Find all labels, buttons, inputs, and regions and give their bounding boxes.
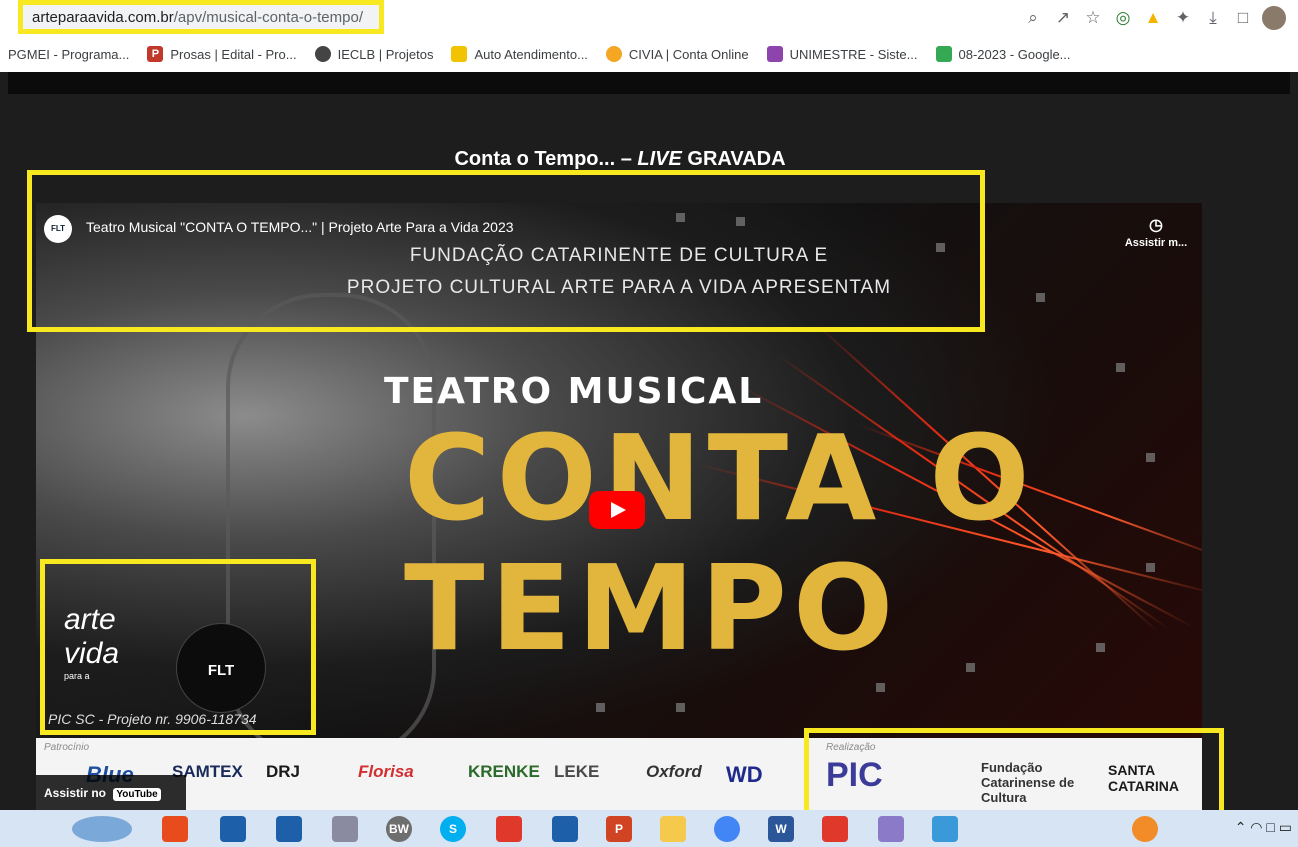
anydesk-icon[interactable] [496,816,522,842]
flt-logo: FLT [176,623,266,713]
deco-square [876,683,885,692]
deco-square [676,213,685,222]
deco-square [1116,363,1125,372]
prosas-icon: P [147,46,164,62]
play-button[interactable] [589,491,645,529]
toolbar-icons: ⌕ ↗ ☆ ◎ ▲ ✦ ⤓ □ [1018,6,1290,30]
deco-square [1096,643,1105,652]
url-domain: arteparaavida.com.br [32,9,174,26]
deco-square [596,703,605,712]
bank-app-icon[interactable] [220,816,246,842]
notification-icon[interactable] [1132,816,1158,842]
sponsor-strip: Patrocínio Realização Blue SAMTEX DRJ Fl… [36,738,1202,811]
page-content: Conta o Tempo... – LIVE GRAVADA FLT Teat… [0,72,1298,816]
system-tray[interactable]: ⌃ ◠ □ ▭ [1235,819,1292,836]
extension-icon[interactable]: ◎ [1108,6,1138,30]
share-icon[interactable]: ↗ [1048,6,1078,30]
acrobat-icon[interactable] [822,816,848,842]
printer-icon[interactable] [332,816,358,842]
bookmark-4[interactable]: CIVIA | Conta Online [605,46,749,62]
sponsor-logo: DRJ [266,762,301,781]
unimestre-icon [766,46,783,62]
clock-icon: ◷ [1149,217,1163,234]
zoom-icon[interactable]: ⌕ [1018,6,1048,30]
address-bar[interactable]: arteparaavida.com.br/apv/musical-conta-o… [20,5,382,31]
sc-government-logo: SANTA CATARINA [1108,762,1180,794]
skype-icon[interactable]: S [440,816,466,842]
video-player[interactable]: FLT Teatro Musical "CONTA O TEMPO..." | … [36,203,1202,811]
globe-icon [314,46,331,62]
word-icon[interactable]: W [768,816,794,842]
conta-o-text: CONTA O [404,409,1036,547]
deco-square [1146,563,1155,572]
site-header-band [8,72,1290,94]
sponsor-label: Patrocínio [44,742,90,753]
channel-avatar[interactable]: FLT [44,215,72,243]
bookmark-0[interactable]: PGMEI - Programa... [8,47,129,62]
bookmark-3[interactable]: Auto Atendimento... [451,46,588,62]
fcc-logo: Fundação Catarinense de Cultura [981,760,1075,805]
present-line-1: FUNDAÇÃO CATARINENTE DE CULTURA E [409,245,829,266]
page-title: Conta o Tempo... – LIVE GRAVADA [454,148,786,170]
bookmark-2[interactable]: IECLB | Projetos [314,46,433,62]
bw-icon[interactable]: BW [386,816,412,842]
sponsor-logo: Florisa [358,762,414,781]
arte-para-a-vida-logo: arte vida para a [64,603,120,681]
project-number: PIC SC - Projeto nr. 9906-118734 [48,711,257,727]
youtube-logo: YouTube [113,788,161,801]
deco-square [966,663,975,672]
bookmark-star-icon[interactable]: ☆ [1078,6,1108,30]
powerpoint-icon[interactable]: P [606,816,632,842]
teatro-musical-text: TEATRO MUSICAL [384,371,764,412]
deco-square [1146,453,1155,462]
bookmark-6[interactable]: 08-2023 - Google... [935,46,1071,62]
sponsor-logo: LEKE [554,762,600,781]
deco-square [676,703,685,712]
sidepanel-icon[interactable]: □ [1228,6,1258,30]
video-title[interactable]: Teatro Musical "CONTA O TEMPO..." | Proj… [86,219,514,235]
photos-icon[interactable] [932,816,958,842]
app-icon[interactable] [162,816,188,842]
windows-taskbar: BW S P W ⌃ ◠ □ ▭ [0,810,1298,847]
pic-logo: PIC [826,756,883,794]
watch-on-youtube-button[interactable]: Assistir no YouTube [36,775,186,811]
paint-icon[interactable] [878,816,904,842]
download-icon[interactable]: ⤓ [1198,6,1228,30]
bank-app-icon[interactable] [552,816,578,842]
tempo-text: TEMPO [404,539,900,677]
start-icon[interactable] [72,816,132,842]
realization-label: Realização [826,742,876,753]
present-line-2: PROJETO CULTURAL ARTE PARA A VIDA APRESE… [346,277,892,298]
browser-toolbar: arteparaavida.com.br/apv/musical-conta-o… [0,0,1298,36]
deco-square [736,217,745,226]
url-path: /apv/musical-conta-o-tempo/ [173,9,363,26]
bank-app-icon[interactable] [276,816,302,842]
profile-avatar[interactable] [1262,6,1286,30]
drive-icon [935,46,952,62]
chrome-icon[interactable] [714,816,740,842]
thumbs-up-icon[interactable]: ▲ [1138,6,1168,30]
puzzle-icon[interactable]: ✦ [1168,6,1198,30]
bookmark-1[interactable]: P Prosas | Edital - Pro... [147,46,297,62]
bank-icon [451,46,468,62]
bookmarks-bar: PGMEI - Programa... P Prosas | Edital - P… [0,36,1298,72]
sponsor-logo: WD [726,762,763,787]
folder-icon[interactable] [660,816,686,842]
sponsor-logo: Oxford [646,762,702,781]
sponsor-logo: KRENKE [468,762,540,781]
civia-icon [605,46,622,62]
screen: arteparaavida.com.br/apv/musical-conta-o… [0,0,1298,847]
watch-later-button[interactable]: ◷ Assistir m... [1116,215,1196,249]
bookmark-5[interactable]: UNIMESTRE - Siste... [766,46,918,62]
